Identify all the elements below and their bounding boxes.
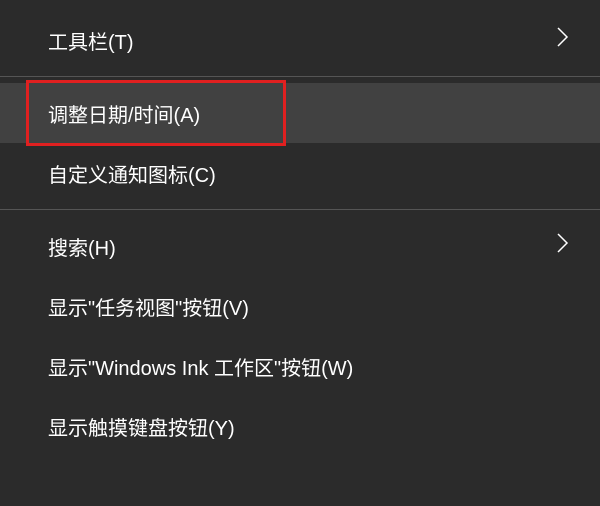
menu-item-show-windows-ink-workspace-button[interactable]: 显示"Windows Ink 工作区"按钮(W) (0, 336, 600, 396)
chevron-right-icon (556, 25, 570, 55)
menu-item-show-touch-keyboard-button[interactable]: 显示触摸键盘按钮(Y) (0, 396, 600, 456)
menu-item-label: 自定义通知图标(C) (48, 159, 216, 188)
menu-item-search[interactable]: 搜索(H) (0, 216, 600, 276)
menu-item-label: 搜索(H) (48, 232, 116, 261)
menu-item-label: 显示触摸键盘按钮(Y) (48, 412, 235, 441)
menu-item-label: 显示"任务视图"按钮(V) (48, 292, 249, 321)
context-menu: 工具栏(T) 调整日期/时间(A) 自定义通知图标(C) 搜索(H) 显示"任务… (0, 0, 600, 456)
menu-separator (0, 209, 600, 210)
menu-item-toolbars[interactable]: 工具栏(T) (0, 10, 600, 70)
menu-item-customize-notification-icons[interactable]: 自定义通知图标(C) (0, 143, 600, 203)
menu-item-show-task-view-button[interactable]: 显示"任务视图"按钮(V) (0, 276, 600, 336)
menu-item-label: 工具栏(T) (48, 26, 134, 55)
menu-item-label: 调整日期/时间(A) (48, 99, 200, 128)
chevron-right-icon (556, 231, 570, 261)
menu-item-adjust-datetime[interactable]: 调整日期/时间(A) (0, 83, 600, 143)
menu-item-label: 显示"Windows Ink 工作区"按钮(W) (48, 352, 353, 381)
menu-separator (0, 76, 600, 77)
